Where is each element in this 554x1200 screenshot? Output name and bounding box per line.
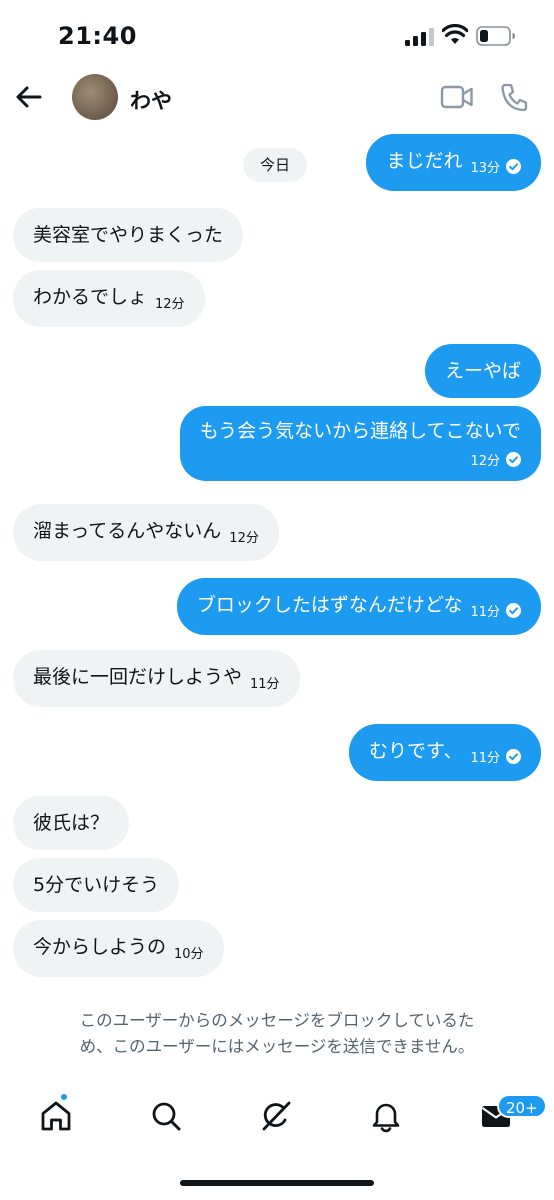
message-text: むりです、 [368,740,463,762]
message-time: 11分 [250,677,280,692]
tab-home[interactable] [38,1098,74,1134]
message-text: ブロックしたはずなんだけどな [196,594,463,616]
message-bubble-incoming[interactable]: 今からしようの 10分 [13,920,224,977]
message-time: 10分 [174,947,204,962]
battery-icon [476,26,515,46]
message-text: 溜まってるんやないん [33,520,222,542]
message-bubble-outgoing[interactable]: もう会う気ないから連絡してこないで 12分 [179,406,541,481]
message-time: 12分 [470,454,500,469]
message-bubble-incoming[interactable]: 5分でいけそう [13,858,180,912]
message-text: 今からしようの [33,936,167,958]
message-time: 11分 [470,605,500,620]
message-bubble-outgoing[interactable]: ブロックしたはずなんだけどな 11分 [176,578,541,635]
status-time: 21:40 [58,22,137,50]
message-time: 13分 [470,161,500,176]
message-text: えーやば [444,360,521,382]
contact-name[interactable]: わや [130,85,172,115]
message-text: 最後に一回だけしようや [33,666,243,688]
bottom-tab-bar [0,1088,554,1148]
message-bubble-outgoing[interactable]: えーやば [424,344,541,398]
blocked-notice: このユーザーからのメッセージをブロックしているた め、このユーザーにはメッセージ… [0,1008,554,1060]
message-text: まじだれ [386,150,463,172]
read-check-icon [506,603,521,618]
read-check-icon [506,159,521,174]
message-bubble-incoming[interactable]: 最後に一回だけしようや 11分 [13,650,300,707]
message-bubble-incoming[interactable]: 彼氏は？ [13,796,130,850]
tab-notifications[interactable] [368,1098,404,1134]
message-text: 彼氏は？ [33,812,110,834]
message-time: 12分 [229,531,259,546]
home-icon [41,1101,71,1131]
conversation-header: わや [0,72,554,124]
tab-grok[interactable] [258,1098,294,1134]
blocked-notice-line: このユーザーからのメッセージをブロックしているた [79,1011,475,1030]
home-new-dot [59,1092,69,1102]
message-bubble-incoming[interactable]: 溜まってるんやないん 12分 [13,504,279,561]
blocked-notice-line: め、このユーザーにはメッセージを送信できません。 [79,1037,475,1056]
cellular-signal-icon [405,28,434,46]
message-bubble-incoming[interactable]: 美容室でやりまくった [13,208,244,262]
grok-icon [262,1101,291,1131]
phone-icon[interactable] [500,82,528,112]
search-icon [152,1102,181,1131]
video-camera-icon[interactable] [440,84,474,110]
wifi-icon [442,24,468,44]
message-bubble-outgoing[interactable]: むりです、 11分 [348,724,541,781]
day-separator: 今日 [243,148,308,182]
messages-badge: 20+ [497,1094,547,1118]
tab-search[interactable] [148,1098,184,1134]
read-check-icon [506,749,521,764]
message-text: 美容室でやりまくった [33,224,224,246]
message-bubble-outgoing[interactable]: まじだれ 13分 [366,134,541,191]
back-arrow-icon[interactable] [14,82,44,112]
read-check-icon [506,452,521,467]
avatar[interactable] [72,74,118,120]
bell-icon [372,1103,400,1133]
message-text: 5分でいけそう [33,874,160,896]
message-time: 11分 [470,751,500,766]
message-bubble-incoming[interactable]: わかるでしょ 12分 [13,270,205,327]
message-time: 12分 [155,297,185,312]
message-text: わかるでしょ [33,286,148,308]
home-indicator [180,1180,374,1186]
message-text: もう会う気ないから連絡してこないで [199,420,521,442]
status-bar: 21:40 [0,0,554,72]
message-thread: 今日 まじだれ 13分 美容室でやりまくった わかるでしょ 12分 えーやば もう会… [0,124,554,984]
